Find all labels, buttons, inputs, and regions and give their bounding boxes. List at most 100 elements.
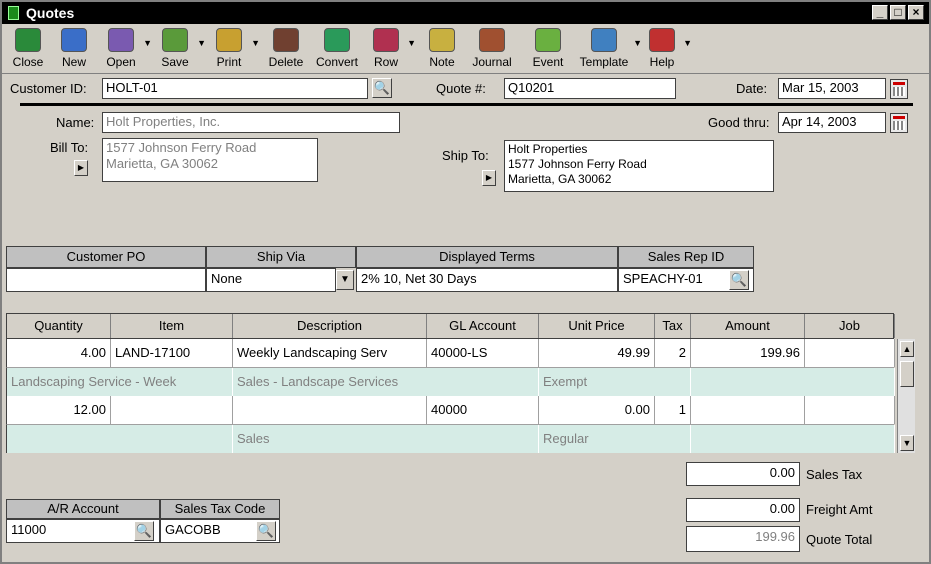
cell-desc[interactable] xyxy=(233,396,427,424)
help-dropdown-icon[interactable]: ▼ xyxy=(683,38,692,48)
delete-button[interactable]: Delete xyxy=(264,26,308,72)
good-thru-field[interactable]: Apr 14, 2003 xyxy=(778,112,886,133)
customer-po-field[interactable] xyxy=(6,268,206,292)
template-dropdown-icon[interactable]: ▼ xyxy=(633,38,642,48)
ship-to-line: Marietta, GA 30062 xyxy=(508,172,612,186)
close-icon xyxy=(15,28,41,52)
help-button[interactable]: Help ▼ xyxy=(642,26,692,72)
open-button[interactable]: Open ▼ xyxy=(100,26,152,72)
cell-job[interactable] xyxy=(805,339,895,367)
freight-amount-field[interactable]: 0.00 xyxy=(686,498,800,522)
help-icon xyxy=(649,28,675,52)
open-dropdown-icon[interactable]: ▼ xyxy=(143,38,152,48)
cell-item[interactable]: LAND-17100 xyxy=(111,339,233,367)
good-thru-calendar-icon[interactable] xyxy=(890,113,908,133)
cell-tax[interactable]: 2 xyxy=(655,339,691,367)
column-header: Item xyxy=(111,314,233,338)
row-icon xyxy=(373,28,399,52)
cell-amount[interactable]: 199.96 xyxy=(691,339,805,367)
sales-tax-field: 0.00 xyxy=(686,462,800,486)
sales-tax-label: Sales Tax xyxy=(806,467,863,482)
column-header: Unit Price xyxy=(539,314,655,338)
delete-icon xyxy=(273,28,299,52)
title-bar[interactable]: Quotes _ □ × xyxy=(2,2,929,24)
close-button[interactable]: Close xyxy=(8,26,48,72)
new-button[interactable]: New xyxy=(54,26,94,72)
column-header: GL Account xyxy=(427,314,539,338)
bill-to-box[interactable]: 1577 Johnson Ferry Road Marietta, GA 300… xyxy=(102,138,318,182)
name-field[interactable]: Holt Properties, Inc. xyxy=(102,112,400,133)
table-row[interactable]: 12.00 40000 0.00 1 xyxy=(6,396,895,425)
print-icon xyxy=(216,28,242,52)
event-icon xyxy=(535,28,561,52)
quote-total-label: Quote Total xyxy=(806,532,873,547)
ship-via-select[interactable]: None xyxy=(206,268,336,292)
cell-qty[interactable]: 12.00 xyxy=(7,396,111,424)
quotes-window: Quotes _ □ × Close New Open ▼ Save ▼ Pri… xyxy=(0,0,931,564)
row-dropdown-icon[interactable]: ▼ xyxy=(407,38,416,48)
sales-rep-header: Sales Rep ID xyxy=(618,246,754,268)
subcell xyxy=(691,368,895,396)
event-button[interactable]: Event xyxy=(526,26,570,72)
cell-amount[interactable] xyxy=(691,396,805,424)
customer-id-field[interactable]: HOLT-01 xyxy=(102,78,368,99)
bill-to-arrow-icon[interactable]: ▶ xyxy=(74,160,88,176)
sales-rep-search-icon[interactable]: 🔍 xyxy=(729,270,749,290)
ar-account-search-icon[interactable]: 🔍 xyxy=(134,521,154,541)
customer-search-icon[interactable]: 🔍 xyxy=(372,78,392,98)
scroll-up-icon[interactable]: ▲ xyxy=(900,341,914,357)
maximize-button[interactable]: □ xyxy=(890,5,906,20)
row-button[interactable]: Row ▼ xyxy=(366,26,416,72)
subcell: Sales xyxy=(233,425,539,453)
ship-via-dropdown-icon[interactable]: ▼ xyxy=(336,270,354,290)
print-dropdown-icon[interactable]: ▼ xyxy=(251,38,260,48)
date-field[interactable]: Mar 15, 2003 xyxy=(778,78,886,99)
close-window-button[interactable]: × xyxy=(908,5,924,20)
subcell: Regular xyxy=(539,425,691,453)
note-button[interactable]: Note xyxy=(422,26,462,72)
ship-to-line: Holt Properties xyxy=(508,142,588,156)
save-icon xyxy=(162,28,188,52)
quote-number-field[interactable]: Q10201 xyxy=(504,78,676,99)
minimize-button[interactable]: _ xyxy=(872,5,888,20)
subcell xyxy=(7,425,233,453)
displayed-terms-field[interactable]: 2% 10, Net 30 Days xyxy=(356,268,618,292)
good-thru-label: Good thru: xyxy=(708,115,770,130)
column-header: Description xyxy=(233,314,427,338)
cell-price[interactable]: 49.99 xyxy=(539,339,655,367)
journal-icon xyxy=(479,28,505,52)
ship-to-arrow-icon[interactable]: ▶ xyxy=(482,170,496,186)
print-button[interactable]: Print ▼ xyxy=(208,26,260,72)
cell-qty[interactable]: 4.00 xyxy=(7,339,111,367)
new-icon xyxy=(61,28,87,52)
convert-button[interactable]: Convert xyxy=(312,26,362,72)
table-row[interactable]: 4.00 LAND-17100 Weekly Landscaping Serv 400… xyxy=(6,339,895,368)
cell-tax[interactable]: 1 xyxy=(655,396,691,424)
date-calendar-icon[interactable] xyxy=(890,79,908,99)
grid-scrollbar[interactable]: ▲ ▼ xyxy=(897,339,915,453)
journal-button[interactable]: Journal xyxy=(468,26,516,72)
template-button[interactable]: Template ▼ xyxy=(576,26,642,72)
scroll-thumb[interactable] xyxy=(900,361,914,387)
cell-item[interactable] xyxy=(111,396,233,424)
cell-desc[interactable]: Weekly Landscaping Serv xyxy=(233,339,427,367)
subcell xyxy=(691,425,895,453)
save-button[interactable]: Save ▼ xyxy=(154,26,206,72)
cell-price[interactable]: 0.00 xyxy=(539,396,655,424)
scroll-down-icon[interactable]: ▼ xyxy=(900,435,914,451)
save-dropdown-icon[interactable]: ▼ xyxy=(197,38,206,48)
sales-tax-code-search-icon[interactable]: 🔍 xyxy=(256,521,276,541)
bill-to-label: Bill To: xyxy=(50,140,89,155)
cell-gl[interactable]: 40000 xyxy=(427,396,539,424)
table-subrow: Landscaping Service - Week Sales - Landsc… xyxy=(6,368,895,396)
cell-gl[interactable]: 40000-LS xyxy=(427,339,539,367)
quote-total-field: 199.96 xyxy=(686,526,800,552)
ship-to-box[interactable]: Holt Properties 1577 Johnson Ferry Road … xyxy=(504,140,774,192)
subcell: Landscaping Service - Week xyxy=(7,368,233,396)
open-icon xyxy=(108,28,134,52)
ship-to-line: 1577 Johnson Ferry Road xyxy=(508,157,647,171)
template-icon xyxy=(591,28,617,52)
column-header: Amount xyxy=(691,314,805,338)
sales-tax-code-header: Sales Tax Code xyxy=(160,499,280,519)
cell-job[interactable] xyxy=(805,396,895,424)
